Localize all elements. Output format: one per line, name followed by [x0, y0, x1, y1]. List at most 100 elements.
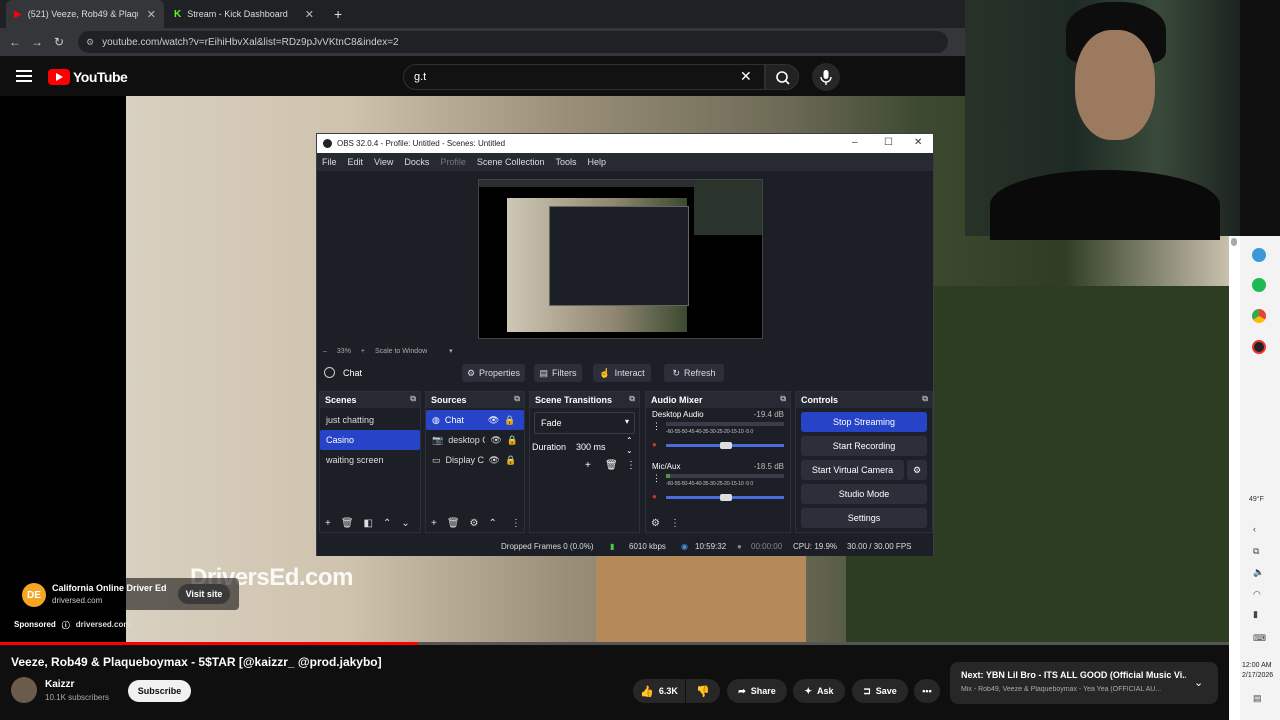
dock-options-icon[interactable]: ⧉: [410, 394, 416, 404]
dislike-button[interactable]: 👎: [686, 679, 720, 703]
remove-transition-icon[interactable]: 🗑: [605, 460, 618, 471]
voice-search-button[interactable]: [812, 63, 840, 91]
filters-button[interactable]: ▤ Filters: [534, 364, 582, 382]
site-info-icon[interactable]: ⚙: [86, 37, 94, 48]
url-field[interactable]: ⚙ youtube.com/watch?v=rEihiHbvXal&list=R…: [78, 31, 948, 53]
spin-up-icon[interactable]: ⌃: [626, 436, 633, 445]
spin-down-icon[interactable]: ⌄: [626, 446, 633, 455]
search-button[interactable]: [765, 64, 799, 90]
advanced-audio-icon[interactable]: ⚙: [651, 518, 660, 529]
wifi-icon[interactable]: ◠: [1253, 589, 1261, 600]
sponsored-domain[interactable]: driversed.com: [76, 620, 131, 631]
forward-icon[interactable]: →: [26, 35, 48, 49]
minimize-icon[interactable]: –: [852, 137, 858, 148]
studio-mode-button[interactable]: Studio Mode: [801, 484, 927, 504]
menu-edit[interactable]: Edit: [348, 157, 364, 167]
spotify-icon[interactable]: [1252, 278, 1266, 292]
menu-tools[interactable]: Tools: [555, 157, 576, 167]
properties-button[interactable]: ⚙ Properties: [462, 364, 525, 382]
source-item-selected[interactable]: ◍ Chat 👁 🔒: [426, 410, 524, 430]
search-input[interactable]: g.t: [403, 64, 765, 90]
page-scrollbar[interactable]: [1229, 236, 1240, 720]
virtual-camera-settings-gear-icon[interactable]: ⚙: [907, 460, 927, 480]
like-button[interactable]: 👍 6.3K: [633, 679, 685, 703]
source-item[interactable]: ▭ Display Ca 👁 🔒: [426, 450, 524, 470]
youtube-logo[interactable]: YouTube: [48, 69, 128, 85]
ad-title[interactable]: California Online Driver Ed: [52, 583, 167, 593]
subscribe-button[interactable]: Subscribe: [128, 680, 191, 702]
add-scene-icon[interactable]: +: [325, 518, 331, 529]
chevron-down-icon[interactable]: ⌄: [1194, 676, 1203, 689]
save-button[interactable]: ⊐ Save: [852, 679, 908, 703]
close-tab-icon[interactable]: ✕: [147, 8, 156, 21]
visit-site-button[interactable]: Visit site: [178, 584, 230, 604]
stop-streaming-button[interactable]: Stop Streaming: [801, 412, 927, 432]
channel-name[interactable]: Kaizzr: [45, 679, 74, 690]
source-properties-icon[interactable]: ⚙: [470, 518, 479, 529]
eye-icon[interactable]: 👁: [488, 415, 499, 426]
info-icon[interactable]: ⓘ: [62, 620, 70, 631]
speaker-mute-icon[interactable]: ●: [652, 492, 657, 501]
obs-titlebar[interactable]: OBS 32.0.4 - Profile: Untitled - Scenes:…: [317, 134, 933, 153]
chrome-icon[interactable]: [1252, 309, 1266, 323]
add-transition-icon[interactable]: +: [585, 460, 591, 471]
source-item[interactable]: 📷 desktop C 👁 🔒: [426, 430, 524, 450]
menu-file[interactable]: File: [322, 157, 337, 167]
up-next-card[interactable]: [950, 662, 1218, 704]
browser-tab-kick[interactable]: K Stream - Kick Dashboard ✕: [166, 0, 322, 28]
move-down-icon[interactable]: ⌄: [401, 518, 409, 529]
settings-button[interactable]: Settings: [801, 508, 927, 528]
scene-item-selected[interactable]: Casino: [320, 430, 420, 450]
menu-profile[interactable]: Profile: [440, 157, 466, 167]
menu-scene-collection[interactable]: Scene Collection: [477, 157, 545, 167]
edge-icon[interactable]: [1252, 248, 1266, 262]
weather-temp[interactable]: 49°F: [1249, 496, 1264, 503]
more-vertical-icon[interactable]: ⋮: [511, 518, 521, 529]
dock-options-icon[interactable]: ⧉: [780, 394, 786, 404]
obs-taskbar-icon[interactable]: [1252, 340, 1266, 354]
lock-icon[interactable]: 🔒: [505, 455, 516, 466]
clock-time[interactable]: 12:00 AM: [1242, 662, 1272, 669]
close-icon[interactable]: ✕: [914, 137, 922, 148]
start-recording-button[interactable]: Start Recording: [801, 436, 927, 456]
video-progress-bar[interactable]: [0, 642, 1229, 645]
clock-date[interactable]: 2/17/2026: [1242, 672, 1273, 679]
clear-search-icon[interactable]: ✕: [740, 68, 752, 85]
more-actions-button[interactable]: •••: [914, 679, 940, 703]
browser-tab-youtube[interactable]: ▶ (521) Veeze, Rob49 & Plaqueboymax ✕: [6, 0, 164, 28]
new-tab-button[interactable]: +: [326, 0, 350, 28]
transition-select[interactable]: Fade ▾: [534, 412, 635, 434]
move-up-icon[interactable]: ⌃: [383, 518, 391, 529]
volume-slider-knob[interactable]: [720, 494, 732, 501]
copy-icon[interactable]: ⧉: [1253, 546, 1259, 557]
scrollbar-thumb[interactable]: [1231, 238, 1237, 246]
remove-source-icon[interactable]: 🗑: [447, 518, 460, 529]
maximize-icon[interactable]: ☐: [884, 137, 893, 148]
more-vertical-icon[interactable]: ⋮: [670, 518, 680, 529]
add-source-icon[interactable]: +: [431, 518, 437, 529]
duration-field[interactable]: 300 ms: [576, 442, 606, 452]
more-vertical-icon[interactable]: ⋮: [626, 460, 636, 471]
scene-filters-icon[interactable]: ◧: [364, 518, 373, 529]
battery-icon[interactable]: ▮: [1253, 609, 1258, 620]
close-tab-icon[interactable]: ✕: [305, 8, 314, 21]
lock-icon[interactable]: 🔒: [504, 415, 515, 426]
scale-mode[interactable]: Scale to Window: [375, 348, 427, 355]
menu-view[interactable]: View: [374, 157, 393, 167]
chevron-left-icon[interactable]: ‹: [1253, 524, 1256, 534]
notification-icon[interactable]: ▤: [1253, 693, 1262, 704]
eye-icon[interactable]: 👁: [490, 435, 501, 446]
zoom-out-icon[interactable]: –: [323, 348, 327, 355]
scene-item[interactable]: just chatting: [320, 410, 420, 430]
speaker-mute-icon[interactable]: ●: [652, 440, 657, 449]
speaker-icon[interactable]: 🔈: [1253, 567, 1264, 578]
obs-preview-canvas[interactable]: [478, 179, 763, 339]
dock-options-icon[interactable]: ⧉: [514, 394, 520, 404]
back-icon[interactable]: ←: [4, 35, 26, 49]
channel-avatar[interactable]: [11, 677, 37, 703]
dock-options-icon[interactable]: ⧉: [922, 394, 928, 404]
scene-item[interactable]: waiting screen: [320, 450, 420, 470]
chevron-down-icon[interactable]: ▾: [449, 347, 453, 355]
start-virtual-camera-button[interactable]: Start Virtual Camera: [801, 460, 904, 480]
refresh-button[interactable]: ↻ Refresh: [664, 364, 724, 382]
